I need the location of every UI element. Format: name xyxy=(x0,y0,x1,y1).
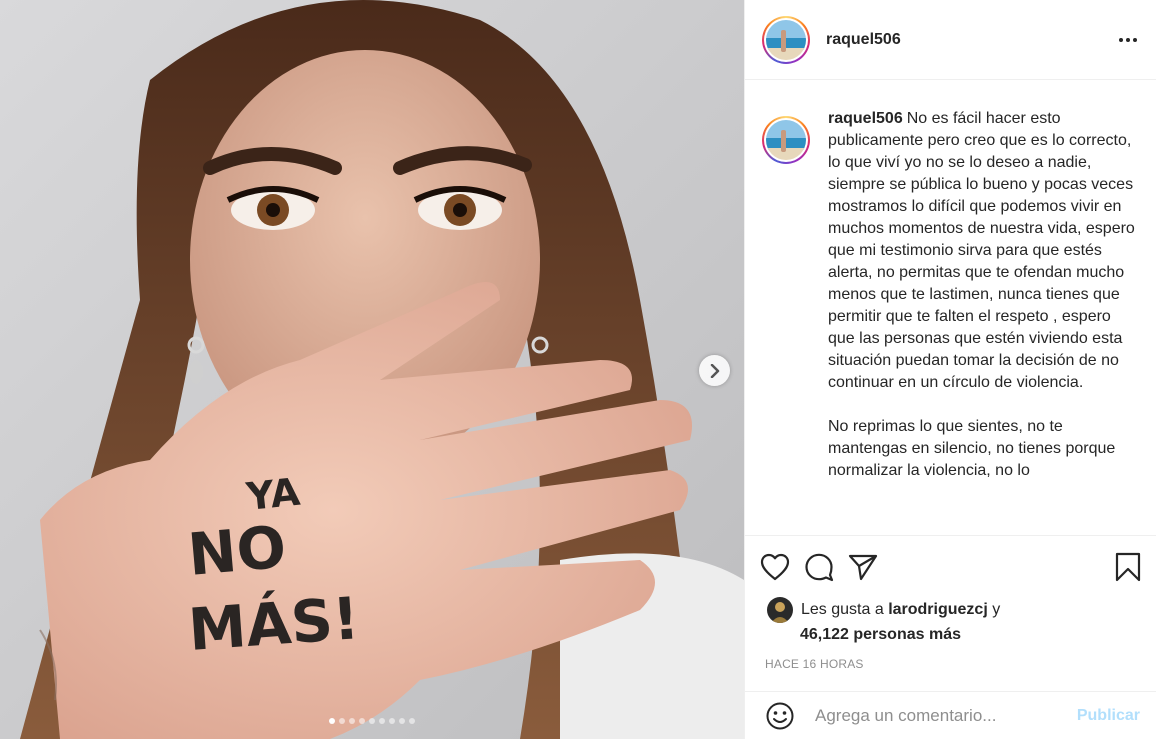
comment-bubble-icon xyxy=(805,553,834,582)
carousel-dot xyxy=(359,718,365,724)
carousel-dot xyxy=(409,718,415,724)
liker-username[interactable]: larodriguezcj xyxy=(888,601,988,618)
caption-avatar xyxy=(766,120,806,160)
caption-body: raquel506 No es fácil hacer esto publicam… xyxy=(828,108,1140,482)
caption-paragraph-1: raquel506 No es fácil hacer esto publicam… xyxy=(828,108,1140,394)
hand-text-line3: MÁS! xyxy=(186,583,361,664)
post-photo: YA NO MÁS! xyxy=(0,0,744,739)
add-comment-bar: Publicar xyxy=(745,692,1156,739)
carousel-dots xyxy=(0,718,744,724)
post-username[interactable]: raquel506 xyxy=(826,31,1116,49)
avatar xyxy=(766,19,806,60)
likes-line-1: Les gusta a larodriguezcj y xyxy=(801,601,1000,619)
caption-paragraph-2: No reprimas lo que sientes, no te manten… xyxy=(828,418,1120,479)
more-options-button[interactable] xyxy=(1116,28,1140,52)
carousel-dot xyxy=(329,718,335,724)
hand-text-line1: YA xyxy=(243,470,302,519)
liker-avatar[interactable] xyxy=(767,597,793,623)
smiley-icon xyxy=(766,702,794,729)
carousel-dot xyxy=(349,718,355,724)
likes-conjunction: y xyxy=(992,601,1001,618)
emoji-button[interactable] xyxy=(765,701,795,731)
caption-username[interactable]: raquel506 xyxy=(828,110,903,127)
paper-plane-icon xyxy=(848,554,878,581)
story-ring[interactable] xyxy=(762,15,810,64)
chevron-right-icon xyxy=(710,363,719,378)
post-header: raquel506 xyxy=(745,0,1156,80)
carousel-dot xyxy=(379,718,385,724)
comment-button[interactable] xyxy=(799,547,839,587)
post-sidebar: raquel506 raquel506 No es fácil hacer es… xyxy=(744,0,1156,739)
action-bar xyxy=(745,536,1156,598)
bookmark-icon xyxy=(1115,552,1141,582)
more-dots-icon xyxy=(1119,37,1137,42)
likes-others-link[interactable]: 46,122 personas más xyxy=(745,622,1156,648)
publish-button[interactable]: Publicar xyxy=(1077,707,1140,725)
share-button[interactable] xyxy=(843,547,883,587)
carousel-dot xyxy=(389,718,395,724)
post-timestamp[interactable]: HACE 16 HORAS xyxy=(745,648,1156,692)
carousel-dot xyxy=(399,718,405,724)
heart-icon xyxy=(760,553,790,581)
carousel-next-button[interactable] xyxy=(699,355,730,386)
save-button[interactable] xyxy=(1108,547,1148,587)
comments-area[interactable]: raquel506 No es fácil hacer esto publicam… xyxy=(745,80,1156,536)
likes-summary: Les gusta a larodriguezcj y xyxy=(745,597,1156,623)
caption-story-ring[interactable] xyxy=(762,116,810,164)
caption: raquel506 No es fácil hacer esto publicam… xyxy=(762,110,1140,482)
likes-prefix: Les gusta a xyxy=(801,601,884,618)
hand-text-line2: NO xyxy=(185,513,288,589)
caption-text-1: No es fácil hacer esto publicamente pero… xyxy=(828,110,1140,391)
post-media[interactable]: YA NO MÁS! xyxy=(0,0,744,739)
comment-input[interactable] xyxy=(815,705,1077,726)
carousel-dot xyxy=(369,718,375,724)
instagram-post: YA NO MÁS! raquel506 raquel506 No es fác… xyxy=(0,0,1156,739)
carousel-dot xyxy=(339,718,345,724)
like-button[interactable] xyxy=(755,547,795,587)
